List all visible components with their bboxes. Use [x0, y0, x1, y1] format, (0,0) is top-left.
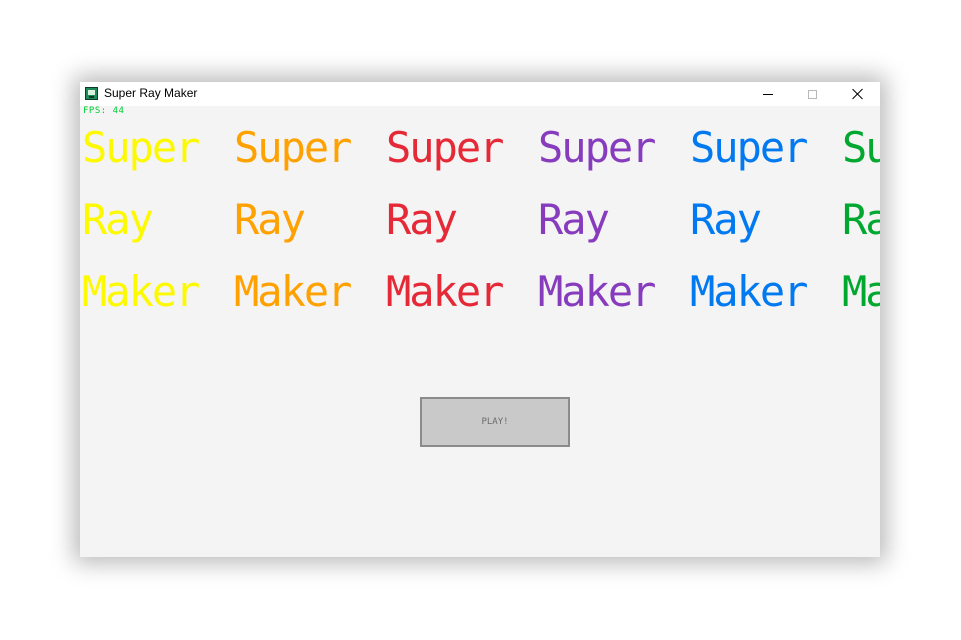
title-word-ray: Ray — [386, 195, 458, 244]
game-app-icon — [85, 87, 98, 100]
title-column: Super Ray Maker — [840, 106, 880, 326]
title-word-maker: Maker — [538, 267, 656, 316]
title-word-super: Super — [386, 123, 504, 172]
title-column: Super Ray Maker — [384, 106, 536, 326]
maximize-icon — [808, 89, 817, 99]
title-word-ray: Ray — [82, 195, 154, 244]
title-word-super: Super — [690, 123, 808, 172]
title-column: Super Ray Maker — [688, 106, 840, 326]
title-word-maker: Maker — [82, 267, 200, 316]
title-logo-columns: Super Ray Maker Super Ray Maker Super Ray Maker S… — [80, 106, 880, 326]
title-word-maker: Maker — [386, 267, 504, 316]
close-button[interactable] — [835, 82, 880, 106]
title-column: Super Ray Maker — [80, 106, 232, 326]
window-title: Super Ray Maker — [104, 86, 198, 100]
close-icon — [852, 88, 864, 100]
title-word-super: Super — [842, 123, 880, 172]
title-word-ray: Ray — [234, 195, 306, 244]
title-column: Super Ray Maker — [232, 106, 384, 326]
minimize-button[interactable] — [745, 82, 790, 106]
title-word-maker: Maker — [842, 267, 880, 316]
title-word-super: Super — [234, 123, 352, 172]
title-word-ray: Ray — [690, 195, 762, 244]
title-word-super: Super — [82, 123, 200, 172]
title-word-ray: Ray — [842, 195, 880, 244]
game-window: Super Ray Maker FPS: 44 Super Ray Maker Sup… — [80, 82, 880, 557]
title-column: Super Ray Maker — [536, 106, 688, 326]
title-word-ray: Ray — [538, 195, 610, 244]
maximize-button[interactable] — [790, 82, 835, 106]
title-bar[interactable]: Super Ray Maker — [80, 82, 880, 106]
minimize-icon — [762, 93, 773, 95]
title-word-super: Super — [538, 123, 656, 172]
title-word-maker: Maker — [234, 267, 352, 316]
title-word-maker: Maker — [690, 267, 808, 316]
play-button[interactable]: PLAY! — [420, 397, 570, 447]
